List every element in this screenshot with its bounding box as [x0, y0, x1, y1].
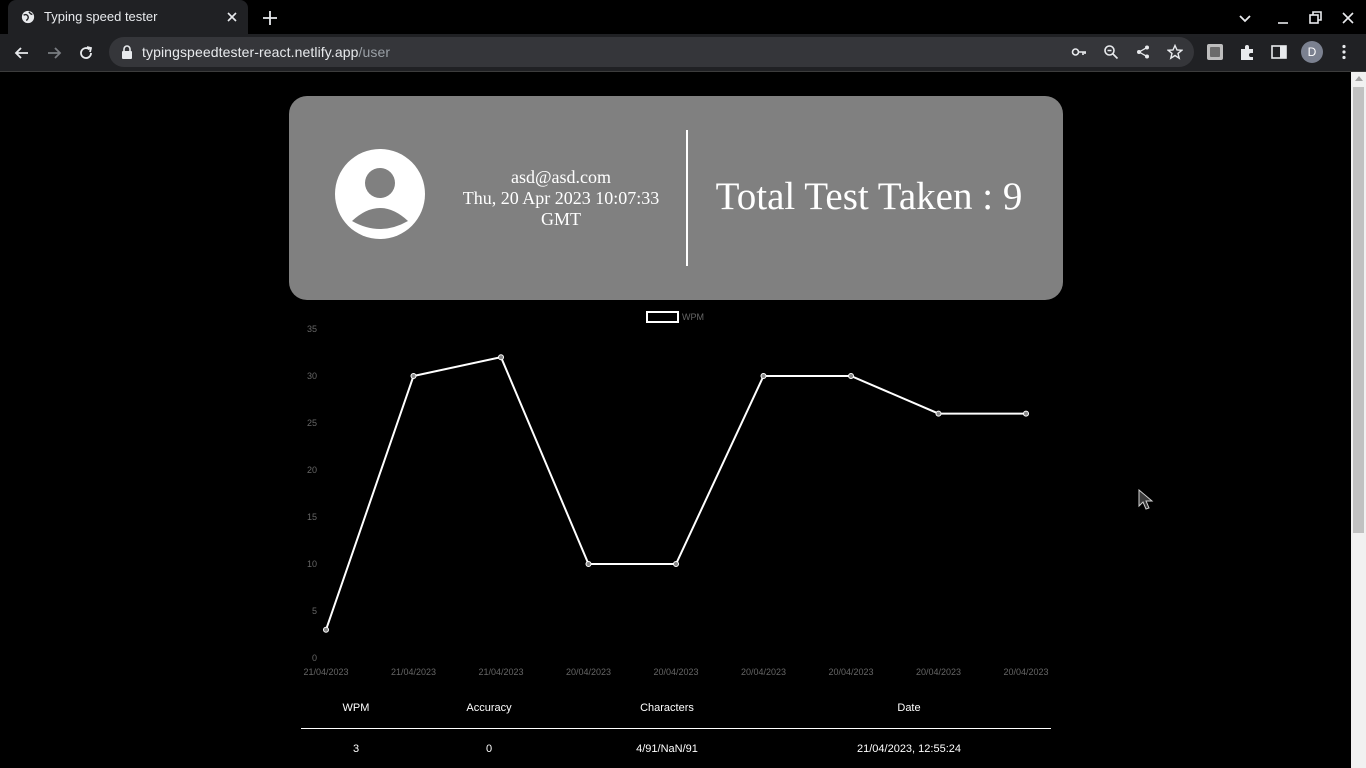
wpm-data-point	[935, 410, 942, 417]
y-tick-label: 35	[307, 324, 317, 334]
y-tick-label: 20	[307, 465, 317, 475]
address-bar[interactable]: typingspeedtester-react.netlify.app/user	[109, 37, 1194, 67]
url-path: /user	[358, 44, 391, 60]
user-profile-card: asd@asd.com Thu, 20 Apr 2023 10:07:33 GM…	[289, 96, 1063, 300]
browser-tab[interactable]: Typing speed tester	[8, 0, 248, 34]
minimize-icon[interactable]	[1273, 8, 1293, 28]
x-tick-label: 21/04/2023	[478, 667, 523, 677]
cell-date: 21/04/2023, 12:55:24	[857, 743, 961, 755]
y-tick-label: 0	[312, 653, 317, 663]
wpm-data-point	[760, 373, 767, 379]
wpm-data-point	[673, 561, 679, 567]
user-joined-timezone: GMT	[541, 209, 581, 229]
header-characters: Characters	[640, 702, 694, 714]
restore-icon[interactable]	[1305, 8, 1325, 28]
key-icon[interactable]	[1071, 44, 1087, 60]
cell-wpm: 3	[352, 743, 360, 755]
wpm-data-point	[498, 354, 504, 361]
x-tick-label: 20/04/2023	[828, 667, 873, 677]
back-icon[interactable]	[12, 43, 32, 63]
profile-avatar[interactable]: D	[1301, 41, 1323, 63]
side-panel-icon[interactable]	[1270, 43, 1288, 61]
legend-label: WPM	[682, 312, 704, 322]
wpm-data-point	[585, 561, 592, 567]
wpm-series-line	[325, 356, 1026, 631]
header-accuracy: Accuracy	[466, 702, 512, 714]
forward-icon[interactable]	[44, 43, 64, 63]
close-window-icon[interactable]	[1338, 8, 1358, 28]
zoom-icon[interactable]	[1103, 44, 1119, 60]
extensions-puzzle-icon[interactable]	[1238, 43, 1256, 61]
url-host: typingspeedtester-react.netlify.app	[142, 44, 359, 60]
cell-accuracy: 0	[485, 743, 493, 755]
x-tick-label: 20/04/2023	[916, 667, 961, 677]
y-tick-label: 5	[312, 606, 317, 616]
url-text[interactable]: typingspeedtester-react.netlify.app/user	[142, 44, 390, 60]
y-tick-label: 10	[307, 559, 317, 569]
header-date: Date	[897, 702, 921, 714]
tab-title: Typing speed tester	[44, 9, 158, 24]
card-divider	[686, 130, 688, 266]
table-row: 3 0 4/91/NaN/91 21/04/2023, 12:55:24	[301, 730, 1051, 766]
share-icon[interactable]	[1135, 44, 1151, 60]
x-tick-label: 21/04/2023	[303, 667, 348, 677]
bookmark-star-icon[interactable]	[1167, 44, 1183, 60]
user-email: asd@asd.com	[510, 167, 612, 187]
x-tick-label: 20/04/2023	[741, 667, 786, 677]
x-tick-label: 20/04/2023	[1003, 667, 1048, 677]
wpm-data-point	[323, 626, 329, 633]
x-tick-label: 20/04/2023	[653, 667, 698, 677]
scroll-up-arrow-icon[interactable]	[1355, 76, 1363, 81]
legend-swatch	[646, 311, 679, 323]
globe-icon	[21, 10, 35, 24]
toolbar-divider	[0, 71, 1366, 72]
mouse-cursor-icon	[1138, 489, 1154, 510]
menu-kebab-icon[interactable]	[1335, 43, 1353, 61]
user-joined-date: Thu, 20 Apr 2023 10:07:33	[462, 188, 660, 208]
new-tab-icon[interactable]	[260, 8, 280, 28]
x-tick-label: 20/04/2023	[566, 667, 611, 677]
lock-icon[interactable]	[121, 45, 133, 59]
user-info: asd@asd.com Thu, 20 Apr 2023 10:07:33 GM…	[451, 167, 671, 230]
scrollbar-thumb[interactable]	[1353, 87, 1364, 533]
user-avatar-icon	[335, 149, 425, 239]
cell-characters: 4/91/NaN/91	[636, 743, 698, 755]
y-tick-label: 25	[307, 418, 317, 428]
wpm-data-point	[410, 373, 417, 379]
table-header: WPM Accuracy Characters Date	[301, 693, 1051, 729]
wpm-data-point	[1023, 410, 1029, 417]
extension-app-icon[interactable]	[1206, 43, 1224, 61]
tab-strip: Typing speed tester	[0, 0, 1366, 34]
header-wpm: WPM	[342, 702, 370, 714]
tab-search-icon[interactable]	[1235, 8, 1255, 28]
y-tick-label: 15	[307, 512, 317, 522]
x-tick-label: 21/04/2023	[391, 667, 436, 677]
browser-toolbar: typingspeedtester-react.netlify.app/user…	[0, 34, 1366, 71]
chart-svg: WPM 0 5 10 15 20 25 30 35 21/04/2023 21/04/2023 21/…	[303, 311, 1049, 677]
total-tests-taken: Total Test Taken : 9	[715, 175, 1023, 218]
close-tab-icon[interactable]	[224, 9, 240, 25]
wpm-data-point	[848, 373, 854, 379]
wpm-line-chart: WPM 0 5 10 15 20 25 30 35 21/04/2023 21/04/2023 21/…	[290, 305, 1060, 685]
page-scrollbar[interactable]	[1351, 72, 1366, 768]
reload-icon[interactable]	[76, 43, 96, 63]
y-tick-label: 30	[307, 371, 317, 381]
